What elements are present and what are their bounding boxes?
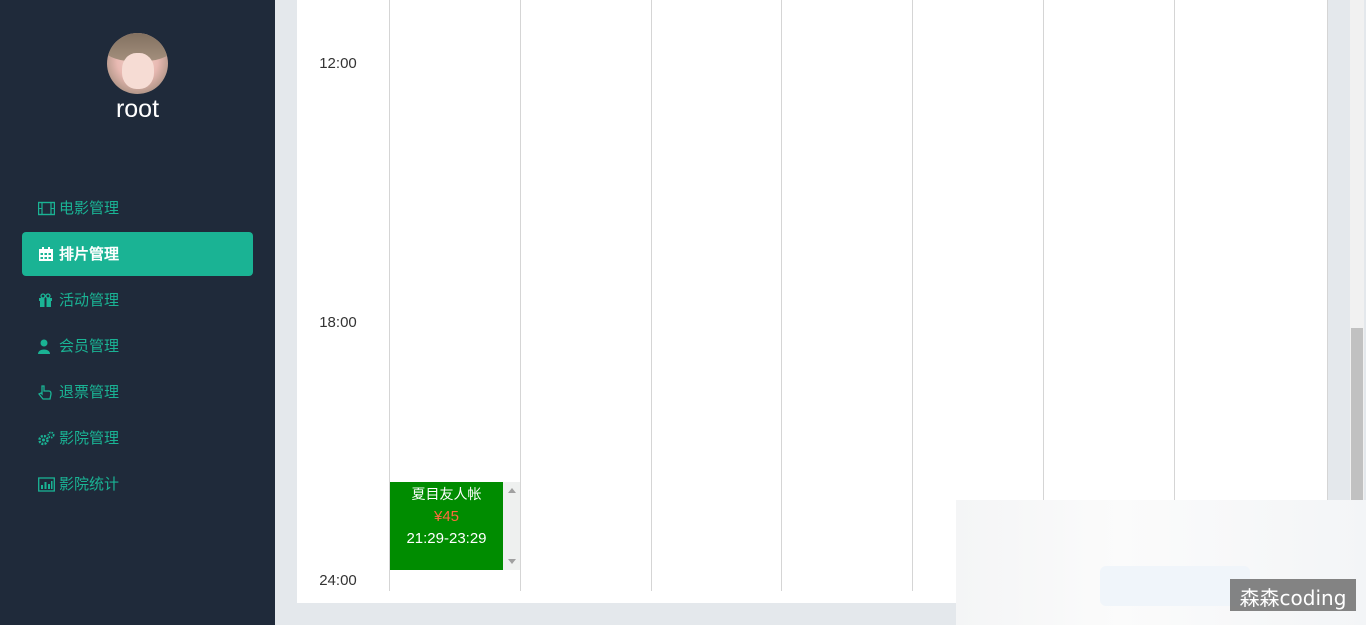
username: root <box>115 95 160 123</box>
schedule-event[interactable]: 夏目友人帐 ¥45 21:29-23:29 <box>390 482 520 570</box>
sidebar-item-cinema-statistics[interactable]: 影院统计 <box>22 462 253 506</box>
sidebar-item-label: 活动管理 <box>59 291 120 309</box>
gift-icon <box>38 292 55 308</box>
hand-pointer-icon <box>37 384 55 400</box>
event-scroll-up-icon[interactable] <box>508 488 516 493</box>
event-movie-title: 夏目友人帐 <box>411 487 482 503</box>
sidebar-item-activity-management[interactable]: 活动管理 <box>22 278 253 322</box>
time-label: 18:00 <box>319 314 357 331</box>
sidebar-item-refund-management[interactable]: 退票管理 <box>22 370 253 414</box>
time-label: 12:00 <box>319 55 357 72</box>
watermark: 森森coding <box>1230 579 1356 611</box>
event-scroll-down-icon[interactable] <box>508 559 516 564</box>
sidebar-item-label: 电影管理 <box>59 199 120 217</box>
sidebar-item-label: 影院统计 <box>59 475 120 493</box>
sidebar-item-label: 影院管理 <box>59 429 120 447</box>
sidebar: root 电影管理 排片管理 活动管理 会员管理 退票管理 影院管理 影院统计 <box>0 0 275 625</box>
day-column-divider <box>781 0 782 591</box>
sidebar-item-label: 排片管理 <box>59 245 120 263</box>
bar-chart-icon <box>38 476 55 492</box>
time-label: 24:00 <box>319 572 357 589</box>
sidebar-item-schedule-management[interactable]: 排片管理 <box>22 232 253 276</box>
day-column-divider <box>520 0 521 591</box>
event-price: ¥45 <box>433 508 460 525</box>
user-icon <box>38 339 55 354</box>
sidebar-menu: 电影管理 排片管理 活动管理 会员管理 退票管理 影院管理 影院统计 <box>22 186 253 508</box>
sidebar-item-member-management[interactable]: 会员管理 <box>22 324 253 368</box>
film-icon <box>37 201 56 216</box>
calendar-icon <box>38 246 55 262</box>
sidebar-item-movie-management[interactable]: 电影管理 <box>22 186 253 230</box>
blurred-chip <box>1100 566 1250 606</box>
event-time: 21:29-23:29 <box>406 530 487 547</box>
avatar-face <box>122 53 154 89</box>
page-scrollbar-thumb[interactable] <box>1351 328 1363 500</box>
schedule-event-body[interactable]: 夏目友人帐 ¥45 21:29-23:29 <box>390 482 503 570</box>
day-column-divider <box>912 0 913 591</box>
avatar[interactable] <box>107 33 168 94</box>
day-column-divider <box>651 0 652 591</box>
sidebar-item-label: 会员管理 <box>59 337 120 355</box>
sidebar-item-label: 退票管理 <box>59 383 120 401</box>
sidebar-item-cinema-management[interactable]: 影院管理 <box>22 416 253 460</box>
gears-icon <box>38 431 55 446</box>
